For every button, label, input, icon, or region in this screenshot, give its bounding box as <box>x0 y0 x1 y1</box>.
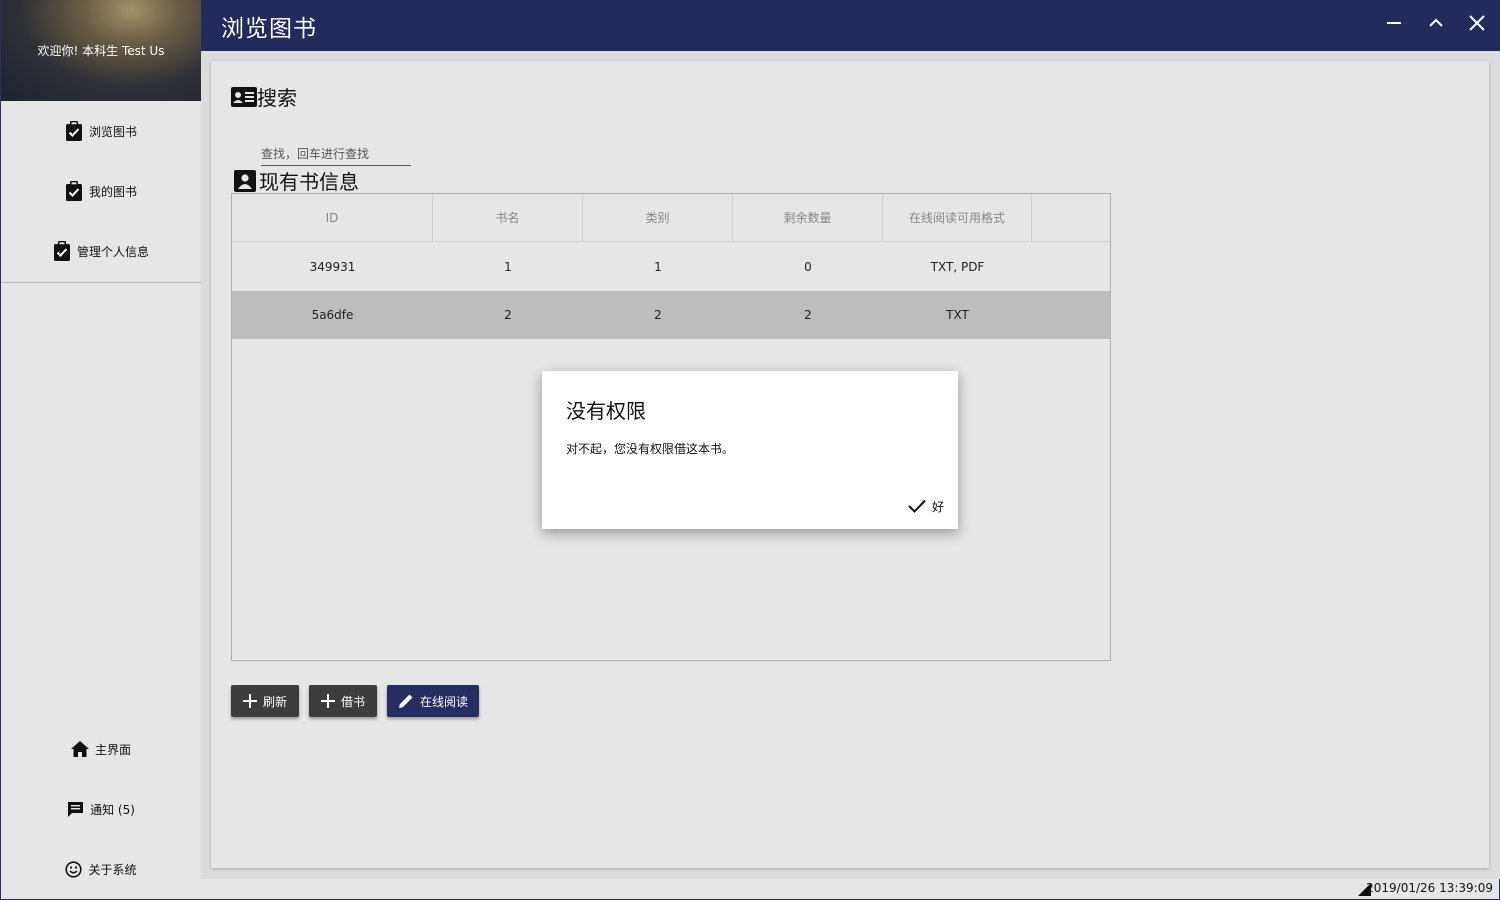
search-input[interactable]: 查找，回车进行查找 <box>261 143 411 166</box>
search-heading-text: 搜索 <box>257 86 297 110</box>
refresh-label: 刷新 <box>262 694 287 709</box>
cell-id: 5a6dfe <box>311 308 354 322</box>
sidebar-item-home[interactable]: 主界面 <box>1 734 201 764</box>
dialog-message: 对不起，您没有权限借这本书。 <box>566 442 735 456</box>
message-icon <box>67 801 84 818</box>
column-header-category[interactable]: 类别 <box>583 194 733 241</box>
sidebar-item-label: 通知 (5) <box>90 802 135 817</box>
sidebar-item-browse-books[interactable]: 浏览图书 <box>1 116 201 146</box>
search-heading: 搜索 <box>231 82 297 111</box>
cell-category: 1 <box>654 260 662 274</box>
welcome-text: 欢迎你! 本科生 Test Us <box>37 44 165 58</box>
column-header-remaining[interactable]: 剩余数量 <box>733 194 883 241</box>
sidebar-item-label: 关于系统 <box>88 862 137 877</box>
sidebar-item-about[interactable]: 关于系统 <box>1 854 201 884</box>
sidebar-item-label: 浏览图书 <box>88 124 137 139</box>
dialog-title: 没有权限 <box>566 399 646 423</box>
books-heading-text: 现有书信息 <box>259 170 359 194</box>
plus-icon <box>320 694 335 708</box>
window-title: 浏览图书 <box>221 16 317 42</box>
sidebar-item-label: 我的图书 <box>88 184 137 199</box>
table-row[interactable]: 349931 1 1 0 TXT, PDF <box>232 243 1110 291</box>
permission-dialog: 没有权限 对不起，您没有权限借这本书。 好 <box>542 371 958 529</box>
status-bar: 2019/01/26 13:39:09 <box>201 879 1500 900</box>
cell-formats: TXT, PDF <box>930 260 985 274</box>
sidebar-header: 欢迎你! 本科生 Test Us <box>1 0 201 101</box>
title-bar: 浏览图书 <box>201 0 1500 51</box>
dialog-ok-button[interactable]: 好 <box>908 494 944 518</box>
pencil-icon <box>398 693 414 709</box>
close-button[interactable] <box>1463 11 1491 39</box>
id-card-icon <box>231 86 257 108</box>
borrow-label: 借书 <box>340 694 365 709</box>
search-placeholder: 查找，回车进行查找 <box>261 147 370 161</box>
minimize-button[interactable] <box>1380 11 1408 39</box>
maximize-button[interactable] <box>1422 11 1450 39</box>
sidebar-item-manage-profile[interactable]: 管理个人信息 <box>1 236 201 266</box>
sidebar-item-notifications[interactable]: 通知 (5) <box>1 794 201 824</box>
cell-title: 2 <box>504 308 512 322</box>
clipboard-check-icon <box>65 121 83 141</box>
table-header: ID 书名 类别 剩余数量 在线阅读可用格式 <box>232 194 1110 242</box>
sidebar-item-label: 主界面 <box>94 742 131 757</box>
close-icon <box>1468 14 1486 36</box>
sidebar-divider <box>1 282 201 283</box>
cell-remaining: 2 <box>804 308 812 322</box>
maximize-icon <box>1428 15 1444 35</box>
books-heading: 现有书信息 <box>234 166 359 195</box>
sidebar-item-label: 管理个人信息 <box>76 244 149 259</box>
borrow-button[interactable]: 借书 <box>309 685 377 717</box>
status-datetime: 2019/01/26 13:39:09 <box>1366 881 1493 895</box>
clipboard-check-icon <box>65 181 83 201</box>
cell-title: 1 <box>504 260 512 274</box>
read-online-button[interactable]: 在线阅读 <box>387 685 479 717</box>
dialog-ok-label: 好 <box>931 499 944 514</box>
table-row[interactable]: 5a6dfe 2 2 2 TXT <box>232 291 1110 339</box>
clipboard-check-icon <box>53 241 71 261</box>
smiley-icon <box>65 860 83 878</box>
sidebar-item-my-books[interactable]: 我的图书 <box>1 176 201 206</box>
cell-id: 349931 <box>309 260 356 274</box>
check-icon <box>908 499 926 513</box>
column-header-title[interactable]: 书名 <box>433 194 583 241</box>
sidebar: 欢迎你! 本科生 Test Us 浏览图书 我的图书 管理个人信息 主界面 通知… <box>0 0 201 900</box>
cell-remaining: 0 <box>804 260 812 274</box>
column-header-formats[interactable]: 在线阅读可用格式 <box>883 194 1032 241</box>
minimize-icon <box>1386 15 1402 35</box>
column-header-id[interactable]: ID <box>232 194 433 241</box>
plus-icon <box>242 694 257 708</box>
cell-category: 2 <box>654 308 662 322</box>
home-icon <box>70 741 89 757</box>
read-online-label: 在线阅读 <box>419 694 468 709</box>
account-box-icon <box>234 169 256 192</box>
refresh-button[interactable]: 刷新 <box>231 685 299 717</box>
cell-formats: TXT <box>946 308 969 322</box>
